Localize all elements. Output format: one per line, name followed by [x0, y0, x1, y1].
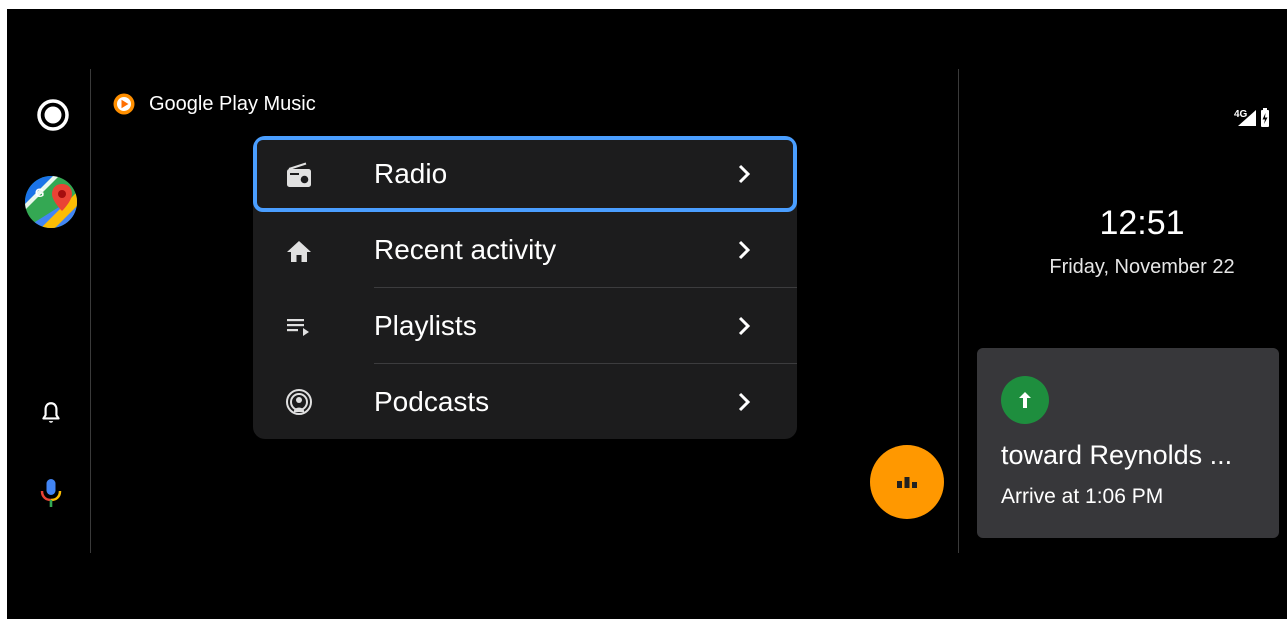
play-music-logo-icon	[113, 93, 135, 115]
menu-item-label: Recent activity	[374, 234, 557, 265]
google-maps-icon: G	[25, 176, 77, 228]
home-button[interactable]	[25, 87, 81, 143]
nav-street: toward Reynolds ...	[1001, 440, 1233, 470]
bell-icon	[42, 402, 60, 423]
arrow-up-icon	[1019, 392, 1031, 408]
equalizer-icon	[897, 477, 917, 488]
panel-divider	[958, 69, 959, 553]
chevron-right-icon	[738, 164, 751, 184]
chevron-right-icon	[738, 392, 751, 412]
notifications-button[interactable]	[27, 389, 75, 437]
menu-item-label: Podcasts	[374, 386, 490, 417]
app-title: Google Play Music	[149, 92, 316, 115]
navigation-card[interactable]: toward Reynolds ... Arrive at 1:06 PM	[977, 348, 1279, 538]
maps-button[interactable]: G	[23, 174, 79, 230]
now-playing-button[interactable]	[870, 445, 944, 519]
browse-menu: Radio Recent activity Playlists Podcasts	[253, 136, 797, 439]
android-auto-screen: G Google Play Music Radio Recent activit…	[7, 9, 1287, 619]
clock-date: Friday, November 22	[1049, 256, 1235, 278]
battery-charging-icon	[1261, 108, 1269, 127]
voice-assistant-button[interactable]	[27, 469, 75, 517]
playlist-icon	[287, 319, 309, 336]
status-bar: 4G	[1234, 108, 1269, 127]
nav-eta: Arrive at 1:06 PM	[1001, 485, 1164, 508]
network-type: 4G	[1234, 109, 1248, 120]
microphone-icon	[40, 479, 62, 507]
podcast-icon	[286, 389, 312, 415]
menu-item-label: Playlists	[374, 310, 477, 341]
menu-item-radio[interactable]: Radio	[253, 136, 797, 212]
chevron-right-icon	[738, 240, 751, 260]
menu-item-playlists[interactable]: Playlists	[253, 288, 797, 364]
chevron-right-icon	[738, 316, 751, 336]
app-header: Google Play Music	[113, 89, 316, 119]
direction-badge	[1001, 376, 1049, 424]
menu-item-podcasts[interactable]: Podcasts	[253, 364, 797, 439]
home-circle-icon	[37, 99, 69, 131]
radio-icon	[287, 162, 311, 187]
clock-time: 12:51	[1099, 204, 1185, 242]
svg-text:G: G	[35, 186, 44, 200]
menu-item-label: Radio	[374, 158, 448, 189]
rail-divider	[90, 69, 91, 553]
menu-item-recent-activity[interactable]: Recent activity	[253, 212, 797, 288]
home-icon	[287, 241, 311, 262]
